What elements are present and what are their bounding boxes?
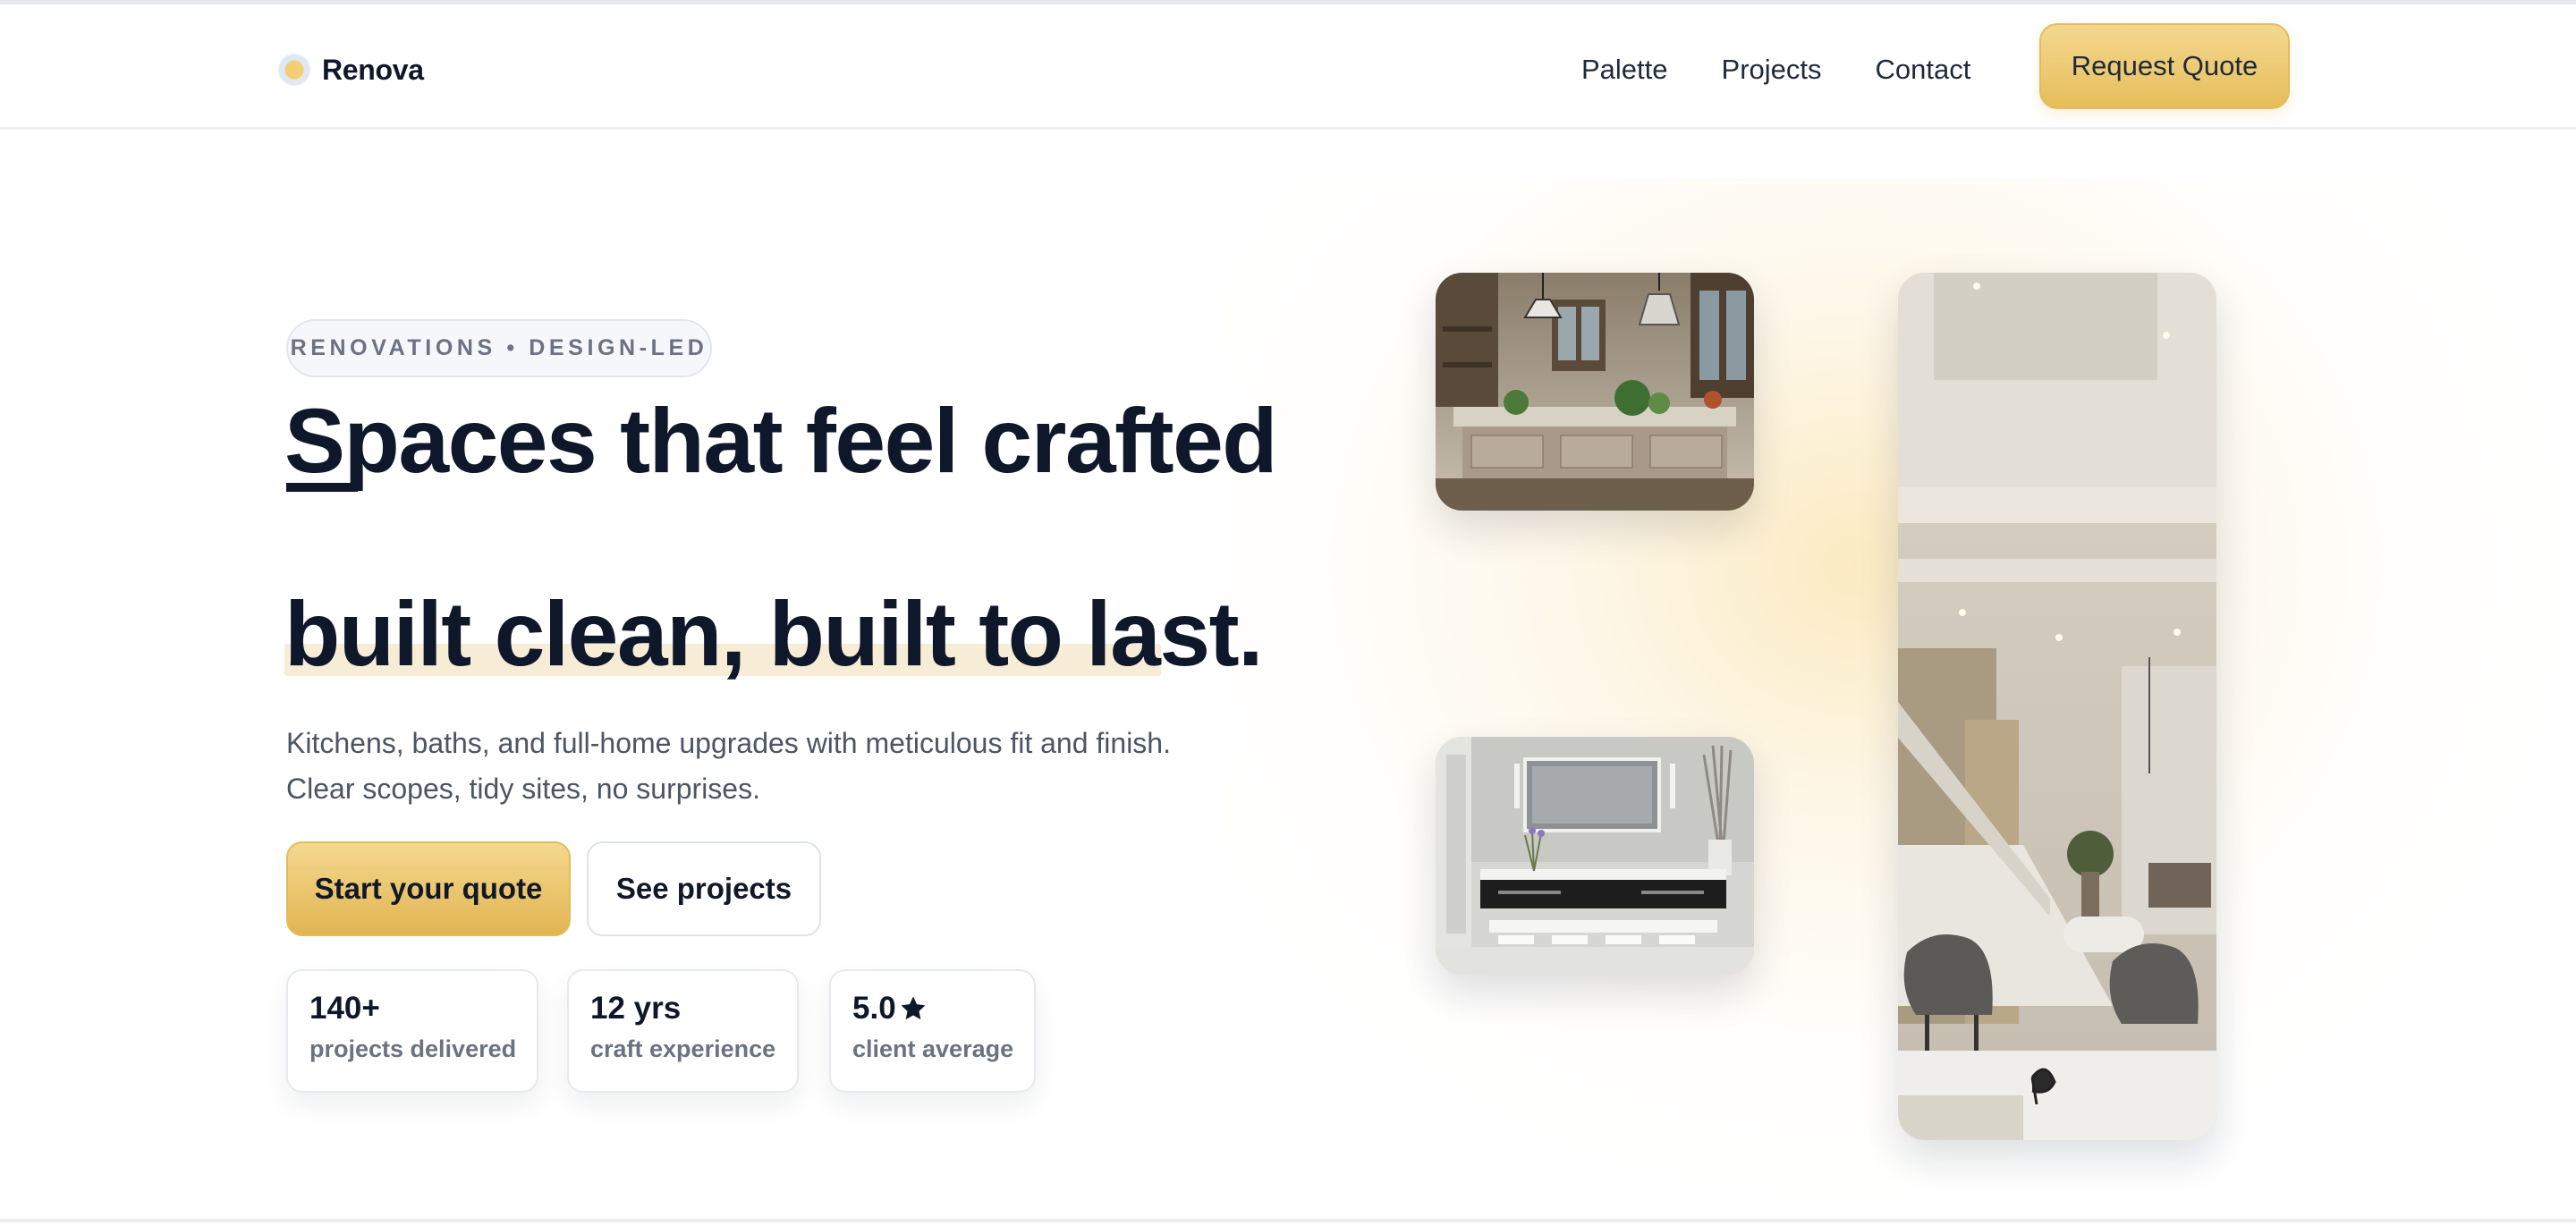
headline-line-3-text: built clean, built to last.: [284, 583, 1263, 685]
sun-dot-icon: [279, 55, 309, 85]
hero-subtext: Kitchens, baths, and full-home upgrades …: [286, 727, 1171, 805]
main-nav: Palette Projects Contact: [1581, 49, 1970, 90]
stat-label: projects delivered: [309, 1035, 517, 1062]
stat-card-projects: 140+ projects delivered: [286, 969, 538, 1093]
nav-link-palette[interactable]: Palette: [1581, 54, 1668, 86]
bathroom-photo: [1436, 737, 1754, 975]
headline-dash: [286, 483, 358, 492]
stat-value-row: 5.0: [852, 991, 1034, 1026]
stat-value: 5.0: [852, 991, 896, 1026]
nav-link-contact[interactable]: Contact: [1876, 54, 1971, 86]
stat-value: 12 yrs: [590, 991, 682, 1026]
site-header: Renova Palette Projects Contact Request …: [0, 4, 2576, 130]
star-icon: [901, 996, 926, 1020]
brand-logo[interactable]: Renova: [279, 49, 424, 90]
stat-value: 140+: [309, 991, 380, 1026]
stat-card-rating: 5.0 client average: [829, 969, 1036, 1093]
stat-card-experience: 12 yrs craft experience: [567, 969, 799, 1093]
eyebrow-badge: RENOVATIONS • DESIGN-LED: [286, 319, 712, 377]
nav-link-projects[interactable]: Projects: [1722, 54, 1822, 86]
bottom-border: [0, 1219, 2576, 1222]
headline-line-1: Spaces that feel crafted: [284, 390, 1278, 492]
brand-name: Renova: [322, 53, 424, 86]
stat-label: craft experience: [590, 1035, 776, 1062]
interior-photo: [1898, 273, 2216, 1140]
see-projects-button[interactable]: See projects: [587, 841, 821, 936]
kitchen-photo: [1436, 273, 1754, 511]
start-quote-button[interactable]: Start your quote: [286, 841, 571, 936]
headline-line-3: built clean, built to last.: [284, 587, 1263, 682]
background-glow: [1225, 179, 2567, 1198]
request-quote-button[interactable]: Request Quote: [2039, 23, 2290, 109]
stat-label: client average: [852, 1035, 1014, 1062]
